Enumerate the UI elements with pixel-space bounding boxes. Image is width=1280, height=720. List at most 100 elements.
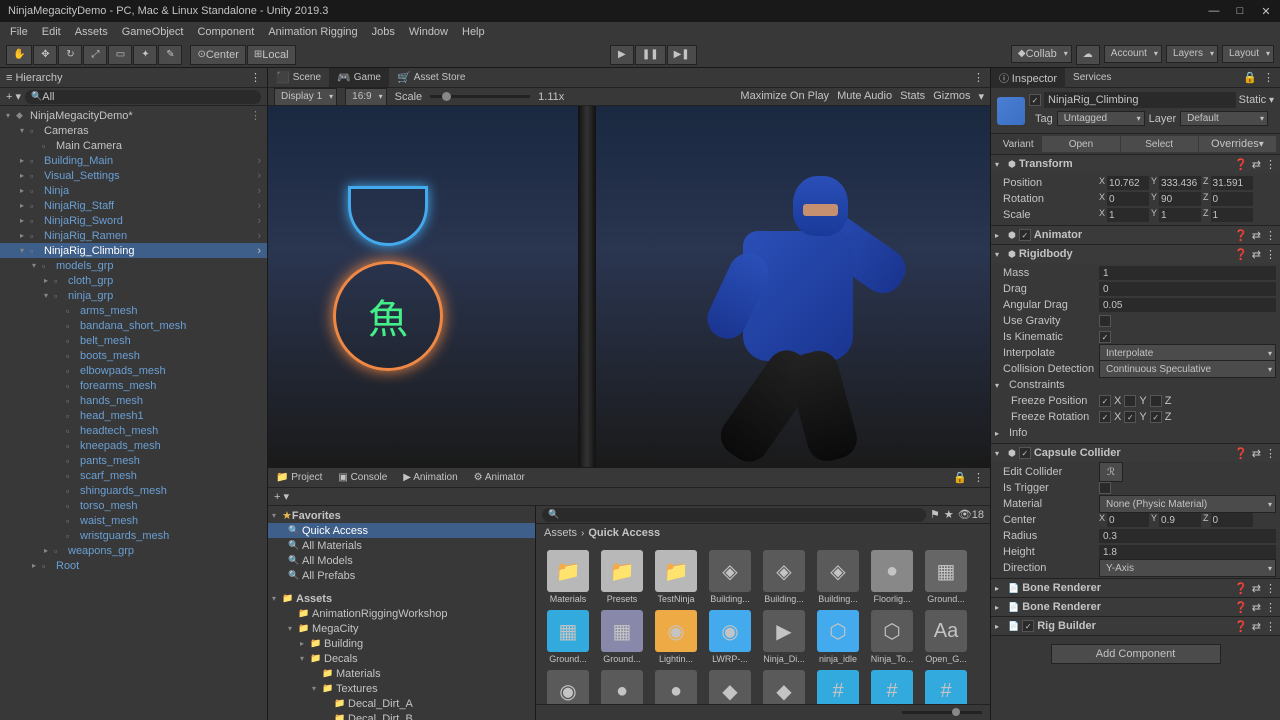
- x-field[interactable]: [1107, 192, 1149, 206]
- asset-item[interactable]: ●Reflecti...: [598, 670, 646, 704]
- asset-item[interactable]: ⬡Ninja_To...: [868, 610, 916, 664]
- icon-size-slider[interactable]: [902, 711, 982, 714]
- asset-item[interactable]: ▦Ground...: [598, 610, 646, 664]
- hierarchy-search[interactable]: 🔍 All: [25, 90, 261, 104]
- inspector-lock-icon[interactable]: 🔒: [1243, 71, 1257, 84]
- favorites-header[interactable]: ▾★ Favorites: [268, 508, 535, 523]
- menu-gameobject[interactable]: GameObject: [116, 24, 190, 40]
- folder-item[interactable]: 📁Decal_Dirt_A: [268, 696, 535, 711]
- hierarchy-item[interactable]: ▫hands_mesh: [0, 393, 267, 408]
- pause-button[interactable]: ❚❚: [635, 45, 666, 65]
- search-filter-icon[interactable]: ⚑: [930, 508, 940, 521]
- asset-item[interactable]: ◆TwistCo...: [760, 670, 808, 704]
- hierarchy-item[interactable]: ▸▫cloth_grp: [0, 273, 267, 288]
- folder-item[interactable]: 📁AnimationRiggingWorkshop: [268, 606, 535, 621]
- folder-item[interactable]: ▾📁Textures: [268, 681, 535, 696]
- hierarchy-item[interactable]: ▸▫Visual_Settings›: [0, 168, 267, 183]
- hierarchy-item[interactable]: ▾▫Cameras: [0, 123, 267, 138]
- search-save-icon[interactable]: ★: [944, 508, 954, 521]
- hierarchy-item[interactable]: ▫torso_mesh: [0, 498, 267, 513]
- hierarchy-item[interactable]: ▸▫Ninja›: [0, 183, 267, 198]
- asset-item[interactable]: ◈Building...: [706, 550, 754, 604]
- pivot-button[interactable]: ⊙Center: [190, 45, 245, 65]
- asset-item[interactable]: 📁Presets: [598, 550, 646, 604]
- hierarchy-item[interactable]: ▾▫models_grp: [0, 258, 267, 273]
- game-viewport[interactable]: 魚: [268, 106, 990, 467]
- tab-animator[interactable]: ⚙ Animator: [466, 469, 533, 486]
- value-field[interactable]: [1099, 266, 1276, 280]
- y-field[interactable]: [1159, 208, 1201, 222]
- hierarchy-item[interactable]: ▸▫NinjaRig_Ramen›: [0, 228, 267, 243]
- tab-project[interactable]: 📁 Project: [268, 469, 330, 486]
- project-lock-icon[interactable]: 🔒: [953, 471, 967, 484]
- hierarchy-item[interactable]: ▫forearms_mesh: [0, 378, 267, 393]
- y-field[interactable]: [1159, 192, 1201, 206]
- asset-item[interactable]: ⬡ninja_idle: [814, 610, 862, 664]
- hierarchy-item[interactable]: ▸▫weapons_grp: [0, 543, 267, 558]
- scale-slider[interactable]: [430, 95, 530, 98]
- value-field[interactable]: [1099, 282, 1276, 296]
- project-create[interactable]: + ▾: [274, 490, 289, 503]
- cloud-button[interactable]: ☁: [1076, 45, 1100, 65]
- folder-item[interactable]: ▾📁Decals: [268, 651, 535, 666]
- menu-component[interactable]: Component: [191, 24, 260, 40]
- menu-jobs[interactable]: Jobs: [366, 24, 401, 40]
- asset-item[interactable]: #TwistC...: [922, 670, 970, 704]
- dropdown[interactable]: Y-Axis: [1099, 559, 1276, 577]
- asset-item[interactable]: ◉PostPro...: [544, 670, 592, 704]
- assets-header[interactable]: ▾📁 Assets: [268, 591, 535, 606]
- hierarchy-item[interactable]: ▫boots_mesh: [0, 348, 267, 363]
- folder-item[interactable]: 📁Materials: [268, 666, 535, 681]
- menu-window[interactable]: Window: [403, 24, 454, 40]
- asset-item[interactable]: 📁TestNinja: [652, 550, 700, 604]
- hierarchy-item[interactable]: ▸▫NinjaRig_Sword›: [0, 213, 267, 228]
- favorite-item[interactable]: 🔍Quick Access: [268, 523, 535, 538]
- asset-item[interactable]: ◈Building...: [760, 550, 808, 604]
- component-header[interactable]: ▾⬢Rigidbody❓⇄⋮: [991, 245, 1280, 263]
- rotate-tool[interactable]: ↻: [58, 45, 82, 65]
- maximize-icon[interactable]: □: [1234, 5, 1246, 17]
- asset-item[interactable]: #TwistC...: [868, 670, 916, 704]
- z-field[interactable]: [1211, 192, 1253, 206]
- asset-item[interactable]: ●Reflecti...: [652, 670, 700, 704]
- component-header[interactable]: ▸⬢✓Animator❓⇄⋮: [991, 226, 1280, 244]
- inspector-tab[interactable]: ⓘ Inspector: [991, 68, 1065, 88]
- menu-animation rigging[interactable]: Animation Rigging: [262, 24, 363, 40]
- asset-item[interactable]: ◉Lightin...: [652, 610, 700, 664]
- display-dropdown[interactable]: Display 1: [274, 88, 337, 106]
- aspect-dropdown[interactable]: 16:9: [345, 88, 386, 106]
- asset-item[interactable]: ▦Ground...: [922, 550, 970, 604]
- hierarchy-item[interactable]: ▫scarf_mesh: [0, 468, 267, 483]
- hierarchy-item[interactable]: ▾▫NinjaRig_Climbing›: [0, 243, 267, 258]
- services-tab[interactable]: Services: [1065, 69, 1119, 86]
- scene-option[interactable]: Maximize On Play: [740, 90, 829, 103]
- tab-animation[interactable]: ▶ Animation: [395, 469, 465, 486]
- tab-game[interactable]: 🎮Game: [329, 68, 389, 87]
- tab-console[interactable]: ▣ Console: [330, 469, 395, 486]
- layers-dropdown[interactable]: Layers: [1166, 45, 1218, 63]
- x-field[interactable]: [1107, 176, 1149, 190]
- asset-item[interactable]: ◆Scene_N...: [706, 670, 754, 704]
- folder-item[interactable]: 📁Decal_Dirt_B: [268, 711, 535, 720]
- layout-dropdown[interactable]: Layout: [1222, 45, 1274, 63]
- value-field[interactable]: [1099, 298, 1276, 312]
- checkbox[interactable]: [1099, 315, 1111, 327]
- hierarchy-tab[interactable]: ≡ Hierarchy: [6, 72, 63, 84]
- prefab-overrides-button[interactable]: Overrides ▾: [1199, 136, 1276, 152]
- layer-dropdown[interactable]: Default: [1180, 111, 1268, 126]
- rect-tool[interactable]: ▭: [108, 45, 132, 65]
- space-button[interactable]: ⊞Local: [247, 45, 296, 65]
- asset-item[interactable]: ▶Ninja_Di...: [760, 610, 808, 664]
- hierarchy-item[interactable]: ▫elbowpads_mesh: [0, 363, 267, 378]
- favorite-item[interactable]: 🔍All Models: [268, 553, 535, 568]
- tag-dropdown[interactable]: Untagged: [1057, 111, 1145, 126]
- tab-asset-store[interactable]: 🛒Asset Store: [389, 68, 473, 87]
- y-field[interactable]: [1159, 176, 1201, 190]
- favorite-item[interactable]: 🔍All Materials: [268, 538, 535, 553]
- component-header[interactable]: ▾⬢Transform❓⇄⋮: [991, 155, 1280, 173]
- hierarchy-menu-icon[interactable]: ⋮: [250, 71, 261, 84]
- dropdown[interactable]: Continuous Speculative: [1099, 360, 1276, 378]
- asset-item[interactable]: ●Floorlig...: [868, 550, 916, 604]
- scene-option[interactable]: Mute Audio: [837, 90, 892, 103]
- hierarchy-item[interactable]: ▫arms_mesh: [0, 303, 267, 318]
